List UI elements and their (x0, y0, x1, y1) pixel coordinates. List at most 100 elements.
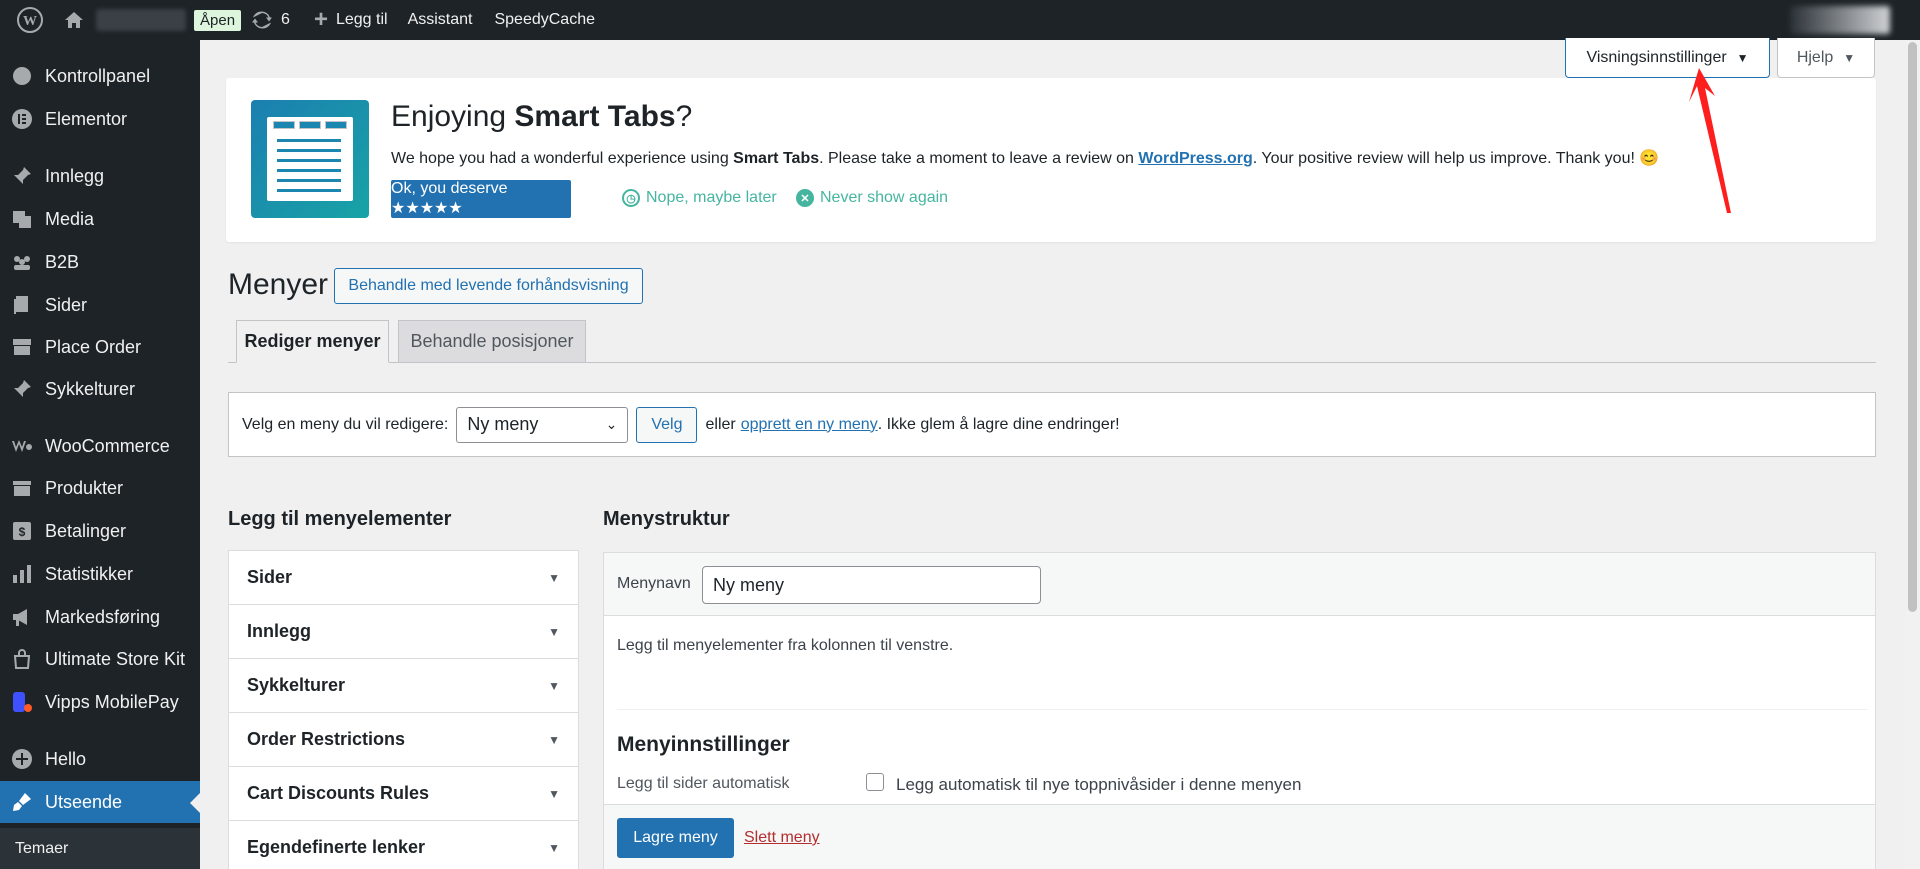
page-scrollbar[interactable] (1905, 40, 1920, 869)
sidebar-item-ultimate-store-kit[interactable]: Ultimate Store Kit (0, 639, 200, 679)
scrollbar-thumb[interactable] (1908, 42, 1917, 612)
sidebar-item-woocommerce[interactable]: WooCommerce (0, 426, 200, 466)
review-notice: Enjoying Smart Tabs? We hope you had a w… (226, 78, 1876, 242)
select-menu-button[interactable]: Velg (636, 406, 698, 443)
divider (617, 709, 1868, 710)
sidebar-item-kontrollpanel[interactable]: Kontrollpanel (0, 56, 200, 96)
review-ok-button[interactable]: Ok, you deserve ★★★★★ (391, 180, 571, 218)
woo-icon (11, 435, 33, 457)
sidebar-item-label: Sykkelturer (45, 378, 136, 399)
auto-add-checkbox[interactable] (866, 773, 884, 791)
wordpress-org-link[interactable]: WordPress.org (1138, 150, 1252, 167)
caret-down-icon: ▼ (1736, 50, 1749, 65)
live-preview-button[interactable]: Behandle med levende forhåndsvisning (334, 268, 643, 304)
plus-icon: + (313, 6, 328, 33)
add-items-accordion: Sider ▼ Innlegg ▼ Sykkelturer ▼ Order Restr… (228, 550, 579, 869)
clock-icon: ◷ (622, 189, 640, 207)
sidebar-item-vipps-mobilepay[interactable]: Vipps MobilePay (0, 682, 200, 722)
assistant-link[interactable]: Assistant (408, 11, 473, 29)
menu-select-value: Ny meny (467, 414, 539, 434)
save-menu-button[interactable]: Lagre meny (617, 818, 734, 858)
sidebar-item-label: Elementor (45, 108, 128, 129)
speedycache-link[interactable]: SpeedyCache (494, 11, 595, 29)
megaphone-icon (11, 606, 33, 628)
reminder-text: . Ikke glem å lagre dine endringer! (877, 415, 1120, 433)
sidebar-item-statistikker[interactable]: Statistikker (0, 554, 200, 594)
accordion-sykkelturer[interactable]: Sykkelturer ▼ (229, 659, 578, 713)
sidebar-submenu: Temaer (0, 828, 200, 869)
sidebar-item-elementor[interactable]: Elementor (0, 99, 200, 139)
accordion-innlegg[interactable]: Innlegg ▼ (229, 605, 578, 659)
sidebar-item-sider[interactable]: Sider (0, 285, 200, 325)
updates-link[interactable]: 6 (251, 0, 290, 40)
archive-icon (11, 477, 33, 499)
updates-count: 6 (281, 11, 290, 28)
triangle-down-icon: ▼ (548, 786, 560, 801)
admin-sidebar: Kontrollpanel Elementor Innlegg Media B2… (0, 40, 200, 869)
accordion-cart-discounts-rules[interactable]: Cart Discounts Rules ▼ (229, 767, 578, 821)
close-circle-icon: ✕ (796, 189, 814, 207)
pin-icon (11, 378, 33, 400)
user-account-blurred[interactable] (1790, 6, 1890, 34)
sidebar-item-betalinger[interactable]: $ Betalinger (0, 511, 200, 551)
chart-icon (11, 563, 33, 585)
auto-add-checkbox-label[interactable]: Legg automatisk til nye toppnivåsider i … (896, 775, 1301, 795)
accordion-custom-links[interactable]: Egendefinerte lenker ▼ (229, 821, 578, 869)
triangle-down-icon: ▼ (548, 624, 560, 639)
site-name-blurred[interactable] (96, 9, 186, 31)
page-title: Menyer (228, 268, 329, 301)
menu-settings-heading: Menyinnstillinger (617, 733, 790, 756)
sidebar-item-label: Place Order (45, 336, 142, 357)
sidebar-item-label: Betalinger (45, 520, 127, 541)
menu-select[interactable]: Ny meny ⌄ (456, 406, 629, 443)
help-label: Hjelp (1796, 48, 1834, 66)
accordion-sider[interactable]: Sider ▼ (229, 551, 578, 605)
dashboard-icon (11, 65, 33, 87)
triangle-down-icon: ▼ (548, 840, 560, 855)
sidebar-item-sykkelturer[interactable]: Sykkelturer (0, 369, 200, 409)
delete-menu-link[interactable]: Slett meny (744, 829, 820, 847)
menu-footer: Lagre meny Slett meny (604, 804, 1875, 869)
sidebar-item-media[interactable]: Media (0, 199, 200, 239)
groups-icon (11, 251, 33, 273)
maybe-later-link[interactable]: ◷ Nope, maybe later (622, 189, 777, 207)
accordion-order-restrictions[interactable]: Order Restrictions ▼ (229, 713, 578, 767)
create-menu-link[interactable]: opprett en ny meny (741, 416, 878, 434)
add-new-link[interactable]: + Legg til (314, 0, 388, 40)
tab-edit-menus[interactable]: Rediger menyer (236, 320, 389, 363)
plus-circle-icon (11, 748, 33, 770)
store-icon (11, 336, 33, 358)
wordpress-logo-icon[interactable]: W (0, 0, 60, 40)
smart-tabs-logo-icon (251, 100, 369, 218)
select-menu-bar: Velg en meny du vil redigere: Ny meny ⌄ V… (228, 392, 1876, 457)
sidebar-item-label: Media (45, 208, 95, 229)
sidebar-item-produkter[interactable]: Produkter (0, 468, 200, 508)
sidebar-item-label: WooCommerce (45, 435, 170, 456)
submenu-item-temaer[interactable]: Temaer (15, 840, 68, 858)
tab-manage-locations[interactable]: Behandle posisjoner (398, 320, 586, 363)
sidebar-item-label: Ultimate Store Kit (45, 648, 186, 669)
sidebar-item-label: Sider (45, 294, 88, 315)
screen-options-label: Visningsinnstillinger (1586, 48, 1727, 66)
menu-name-input[interactable]: Ny meny (702, 566, 1041, 604)
svg-text:W: W (23, 14, 37, 29)
menu-structure-heading: Menystruktur (603, 508, 730, 530)
sidebar-item-markedsforing[interactable]: Markedsføring (0, 597, 200, 637)
sidebar-item-b2b[interactable]: B2B (0, 242, 200, 282)
menu-structure-box: Menynavn Ny meny Legg til menyelementer … (603, 552, 1876, 869)
help-button[interactable]: Hjelp ▼ (1777, 38, 1875, 78)
refresh-icon (252, 11, 273, 29)
sidebar-item-hello[interactable]: Hello (0, 739, 200, 779)
never-show-link[interactable]: ✕ Never show again (796, 189, 948, 207)
sidebar-item-label: Hello (45, 748, 87, 769)
select-menu-label: Velg en meny du vil redigere: (242, 415, 449, 433)
chevron-down-icon: ⌄ (605, 416, 618, 432)
sidebar-item-innlegg[interactable]: Innlegg (0, 156, 200, 196)
sidebar-item-place-order[interactable]: Place Order (0, 327, 200, 367)
add-items-heading: Legg til menyelementer (228, 508, 452, 530)
menu-instructions: Legg til menyelementer fra kolonnen til … (617, 637, 954, 654)
triangle-down-icon: ▼ (548, 570, 560, 585)
home-icon[interactable] (60, 0, 88, 40)
sidebar-item-utseende[interactable]: Utseende (0, 781, 200, 823)
menu-name-label: Menynavn (617, 575, 691, 592)
